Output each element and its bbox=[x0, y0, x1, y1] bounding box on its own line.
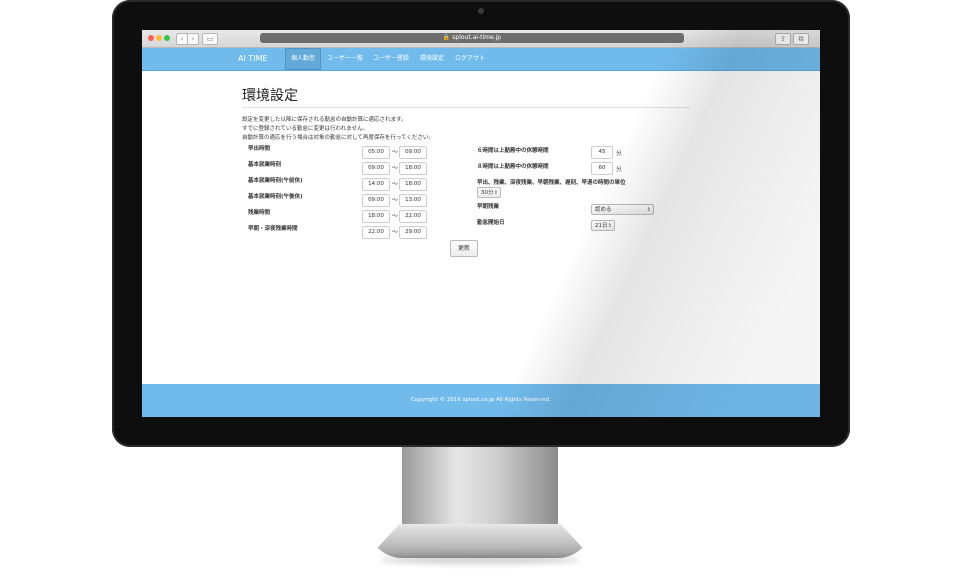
morning-off-from-input[interactable]: 14:00 bbox=[362, 178, 390, 191]
early-overtime-value: 認める bbox=[595, 207, 612, 213]
unit-minutes: 分 bbox=[616, 167, 622, 173]
setting-label-early-hours: 早出時間 bbox=[248, 146, 271, 152]
description-line: 自動計算の適応を行う場合は対象の勤怠に対して再度保存を行ってください。 bbox=[242, 135, 434, 141]
description-line: 設定を変更した以降に保存される勤怠の自動計算に適応されます。 bbox=[242, 117, 407, 123]
monitor-stand-base bbox=[368, 524, 592, 558]
app-navbar: AI TIME 個人勤怠 ユーザー一覧 ユーザー登録 環境設定 ログアウト bbox=[142, 48, 820, 71]
afternoon-off-from-input[interactable]: 09:00 bbox=[362, 194, 390, 207]
tabs-icon[interactable]: ⧉ bbox=[793, 33, 809, 45]
late-night-to-input[interactable]: 29:00 bbox=[399, 226, 427, 239]
browser-toolbar: ‹ › ▭ 🔒 splout.ai-time.jp ⇪ ⧉ bbox=[142, 30, 820, 48]
late-night-from-input[interactable]: 22:00 bbox=[362, 226, 390, 239]
footer: Copyright © 2016 splout.co.jp All Rights… bbox=[142, 384, 820, 417]
divider bbox=[242, 107, 690, 108]
setting-label-break-6h: ６時間以上勤務中の休憩時間 bbox=[477, 148, 549, 154]
unit-minutes: 分 bbox=[616, 151, 622, 157]
morning-off-to-input[interactable]: 18:00 bbox=[399, 178, 427, 191]
copyright-text: Copyright © 2016 splout.co.jp All Rights… bbox=[410, 397, 552, 403]
stand-shadow bbox=[380, 556, 580, 564]
minimize-window-button[interactable] bbox=[156, 35, 162, 41]
nav-item-user-list[interactable]: ユーザー一覧 bbox=[322, 49, 368, 69]
update-button[interactable]: 更新 bbox=[450, 240, 478, 257]
tilde-separator: 〜 bbox=[392, 181, 399, 188]
break-8h-input[interactable]: 60 bbox=[591, 162, 613, 175]
url-text: splout.ai-time.jp bbox=[452, 34, 502, 41]
lock-icon: 🔒 bbox=[442, 34, 451, 41]
tilde-separator: 〜 bbox=[392, 229, 399, 236]
tilde-separator: 〜 bbox=[392, 197, 399, 204]
basic-hours-from-input[interactable]: 09:00 bbox=[362, 162, 390, 175]
close-window-button[interactable] bbox=[148, 35, 154, 41]
screen: ‹ › ▭ 🔒 splout.ai-time.jp ⇪ ⧉ AI TIME 個人… bbox=[142, 30, 820, 417]
forward-icon[interactable]: › bbox=[187, 33, 199, 45]
page-title: 環境設定 bbox=[242, 88, 298, 104]
description-line: すでに登録されている勤怠に変更は行われません。 bbox=[242, 126, 368, 132]
setting-label-late-night-overtime: 早朝・深夜残業時間 bbox=[248, 226, 298, 232]
chevron-updown-icon: ⇕ bbox=[493, 190, 498, 196]
brand-logo[interactable]: AI TIME bbox=[238, 48, 268, 70]
start-day-value: 21日 bbox=[595, 223, 608, 229]
address-bar[interactable]: 🔒 splout.ai-time.jp bbox=[260, 33, 684, 43]
setting-label-overtime: 残業時間 bbox=[248, 210, 271, 216]
time-unit-value: 30分 bbox=[481, 190, 494, 196]
time-unit-select[interactable]: 30分 ⇕ bbox=[477, 187, 501, 198]
early-hours-from-input[interactable]: 05:00 bbox=[362, 146, 390, 159]
tilde-separator: 〜 bbox=[392, 149, 399, 156]
nav-item-settings[interactable]: 環境設定 bbox=[415, 49, 449, 69]
setting-label-start-day: 勤怠開始日 bbox=[477, 220, 505, 226]
early-hours-to-input[interactable]: 09:00 bbox=[399, 146, 427, 159]
early-overtime-select[interactable]: 認める ⇕ bbox=[591, 204, 654, 215]
break-6h-input[interactable]: 45 bbox=[591, 146, 613, 159]
nav-item-logout[interactable]: ログアウト bbox=[450, 49, 490, 69]
monitor-stand-neck bbox=[402, 447, 558, 527]
setting-label-break-8h: ８時間以上勤務中の休憩時間 bbox=[477, 164, 549, 170]
camera bbox=[478, 8, 484, 14]
basic-hours-to-input[interactable]: 18:00 bbox=[399, 162, 427, 175]
chevron-updown-icon: ⇕ bbox=[607, 223, 612, 229]
maximize-window-button[interactable] bbox=[164, 35, 170, 41]
tilde-separator: 〜 bbox=[392, 165, 399, 172]
setting-label-early-overtime: 早朝残業 bbox=[477, 204, 500, 210]
tilde-separator: 〜 bbox=[392, 213, 399, 220]
share-icon[interactable]: ⇪ bbox=[775, 33, 791, 45]
nav-item-personal-attendance[interactable]: 個人勤怠 bbox=[285, 48, 322, 70]
sidebar-icon[interactable]: ▭ bbox=[202, 33, 218, 45]
chevron-updown-icon: ⇕ bbox=[646, 207, 651, 213]
overtime-to-input[interactable]: 22:00 bbox=[399, 210, 427, 223]
nav-item-user-register[interactable]: ユーザー登録 bbox=[368, 49, 414, 69]
afternoon-off-to-input[interactable]: 13:00 bbox=[399, 194, 427, 207]
setting-label-morning-off: 基本就業時刻(午前休) bbox=[248, 178, 303, 184]
setting-label-basic-hours: 基本就業時刻 bbox=[248, 162, 282, 168]
start-day-select[interactable]: 21日 ⇕ bbox=[591, 220, 615, 231]
setting-label-time-unit: 早出、残業、深夜残業、早朝残業、遅刻、早退の時間の単位 bbox=[477, 180, 626, 186]
setting-label-afternoon-off: 基本就業時刻(午後休) bbox=[248, 194, 303, 200]
overtime-from-input[interactable]: 18:00 bbox=[362, 210, 390, 223]
